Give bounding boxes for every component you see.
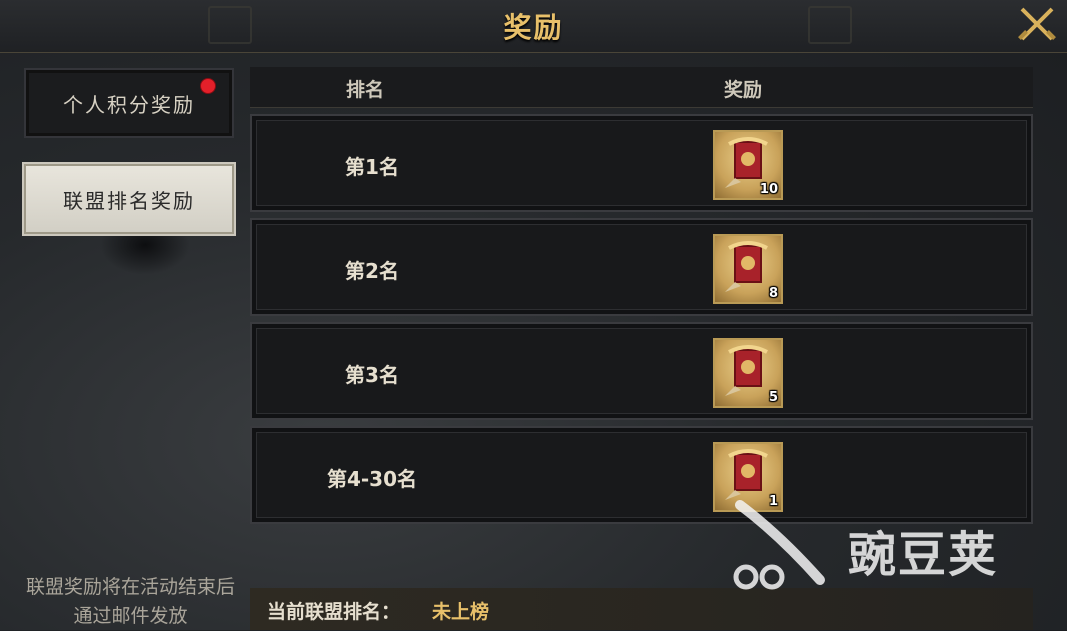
header-bar: 奖励 bbox=[0, 0, 1067, 53]
reward-count: 8 bbox=[768, 286, 778, 301]
watermark: 豌豆荚 bbox=[720, 495, 1050, 595]
rank-label: 第3名 bbox=[345, 363, 399, 387]
notification-dot bbox=[200, 78, 216, 94]
rank-label: 第4-30名 bbox=[326, 467, 418, 491]
reward-item[interactable]: 10 bbox=[713, 130, 783, 200]
reward-count: 5 bbox=[768, 390, 778, 405]
table-header: 排名 奖励 bbox=[250, 67, 1033, 108]
crossed-swords-close-icon bbox=[1018, 7, 1056, 41]
reward-item[interactable]: 8 bbox=[713, 234, 783, 304]
page-title: 奖励 bbox=[503, 11, 564, 44]
reward-count: 10 bbox=[759, 182, 778, 197]
rank-label: 第1名 bbox=[345, 155, 399, 179]
tab-personal-points-reward[interactable]: 个人积分奖励 bbox=[24, 68, 234, 138]
table-row: 第1名 10 bbox=[250, 114, 1033, 212]
tab-label: 联盟排名奖励 bbox=[63, 188, 195, 213]
column-header-reward: 奖励 bbox=[724, 79, 763, 101]
current-rank-label: 当前联盟排名： bbox=[267, 601, 401, 623]
column-header-rank: 排名 bbox=[346, 79, 385, 101]
reward-item[interactable]: 5 bbox=[713, 338, 783, 408]
table-row: 第3名 5 bbox=[250, 322, 1033, 420]
watermark-text: 豌豆荚 bbox=[848, 527, 999, 583]
watermark-logo-icon bbox=[733, 500, 825, 590]
tab-alliance-rank-reward[interactable]: 联盟排名奖励 bbox=[24, 164, 234, 234]
current-rank-value: 未上榜 bbox=[432, 601, 490, 623]
table-row: 第2名 8 bbox=[250, 218, 1033, 316]
rank-label: 第2名 bbox=[345, 259, 399, 283]
tab-label: 个人积分奖励 bbox=[63, 92, 195, 117]
close-button[interactable] bbox=[1013, 2, 1061, 46]
reward-note: 联盟奖励将在活动结束后通过邮件发放 bbox=[25, 576, 235, 627]
